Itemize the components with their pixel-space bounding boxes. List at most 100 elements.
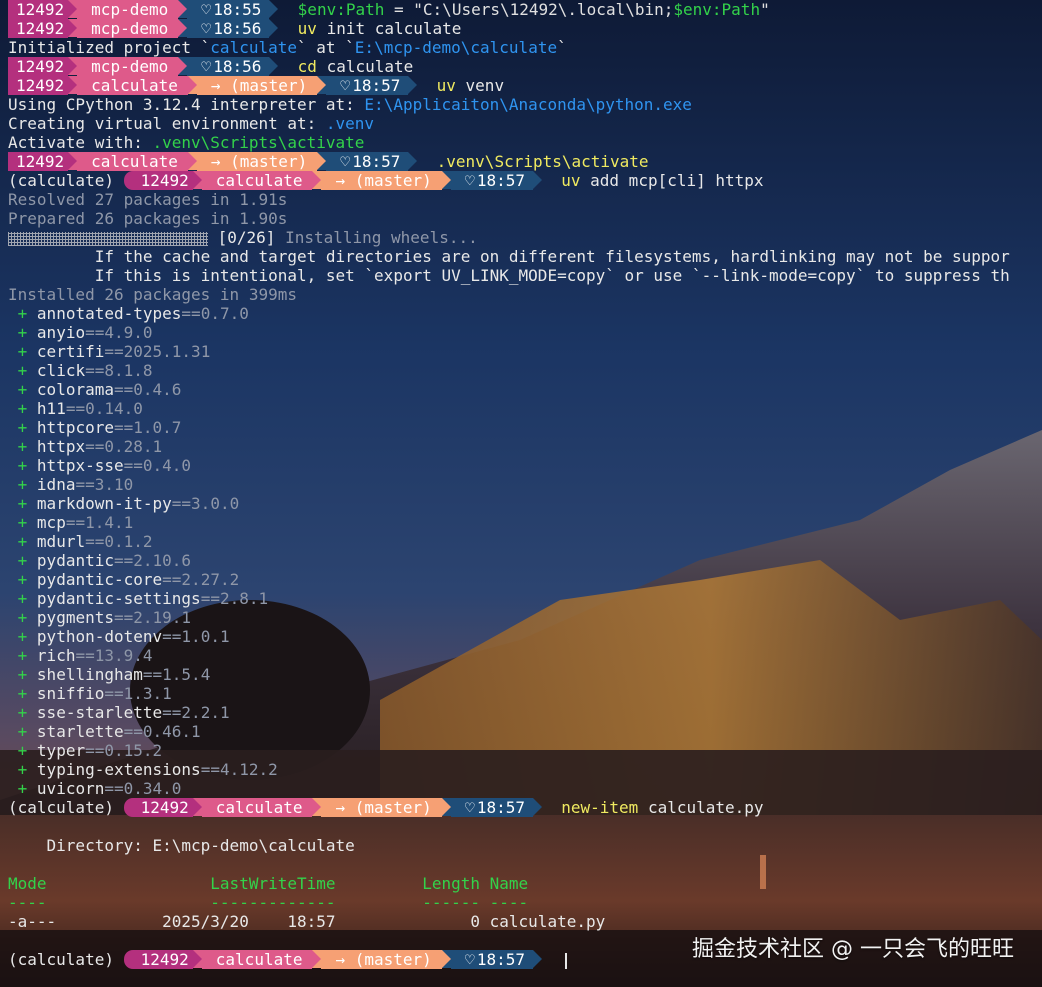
package-name: markdown-it-py (36, 494, 172, 513)
package-name: mdurl (36, 532, 86, 551)
plus-icon: + (17, 589, 28, 608)
command-text: $env:Path = "C:\Users\12492\.local\bin;$… (297, 0, 770, 19)
command-text: uv add mcp[cli] httpx (561, 171, 764, 190)
package-version: ==0.4.6 (113, 380, 182, 399)
package-version: ==2.19.1 (113, 608, 192, 627)
prompt-time-segment: ♡ 18:57 (450, 950, 533, 969)
prompt-user-segment: 12492 (8, 76, 69, 95)
plus-icon: + (17, 380, 28, 399)
prompt-line: 12492 mcp-demo ♡ 18:55 $env:Path = "C:\User… (8, 0, 1042, 19)
listing-row: -a--- 2025/3/20 18:57 0 calculate.py (8, 912, 606, 931)
plus-icon: + (17, 475, 28, 494)
terminal-output[interactable]: 12492 mcp-demo ♡ 18:55 $env:Path = "C:\User… (8, 0, 1042, 969)
package-version: ==0.7.0 (181, 304, 249, 323)
plus-icon: + (17, 608, 28, 627)
package-name: python-dotenv (36, 627, 163, 646)
command-text: uv venv (436, 76, 505, 95)
plus-icon: + (17, 342, 28, 361)
prompt-time-segment: ♡ 18:57 (450, 171, 533, 190)
package-name: pydantic-core (36, 570, 163, 589)
package-version: ==1.0.7 (113, 418, 182, 437)
command-text: .venv\Scripts\activate (436, 152, 649, 171)
package-version: ==0.15.2 (85, 741, 163, 760)
prompt-user-segment: 12492 (8, 57, 69, 76)
package-item: + starlette==0.46.1 (8, 722, 1042, 741)
package-item: + pydantic-core==2.27.2 (8, 570, 1042, 589)
listing-header-underline: ---- ------------- ------ ---- (8, 893, 529, 912)
prompt-time-segment: ♡ 18:57 (326, 152, 409, 171)
prompt-env: (calculate) (8, 950, 114, 969)
package-item: + typer==0.15.2 (8, 741, 1042, 760)
output-line: Resolved 27 packages in 1.91s (8, 190, 288, 209)
plus-icon: + (17, 779, 28, 798)
text-cursor[interactable] (565, 952, 568, 969)
package-version: ==4.9.0 (85, 323, 153, 342)
heart-icon: ♡ (464, 950, 475, 969)
package-item: + mcp==1.4.1 (8, 513, 1042, 532)
package-version: ==4.12.2 (200, 760, 278, 779)
prompt-time-segment: ♡ 18:55 (187, 0, 270, 19)
output-line: Using CPython 3.12.4 interpreter at: E:\… (8, 95, 692, 114)
package-item: + certifi==2025.1.31 (8, 342, 1042, 361)
output-line: Installed 26 packages in 399ms (8, 285, 297, 304)
package-name: rich (36, 646, 76, 665)
package-version: ==2.8.1 (200, 589, 269, 608)
plus-icon: + (17, 532, 28, 551)
prompt-git-branch-segment: → (master) (321, 950, 442, 969)
package-name: httpx (36, 437, 86, 456)
heart-icon: ♡ (201, 57, 212, 76)
plus-icon: + (17, 760, 28, 779)
plus-icon: + (17, 722, 28, 741)
package-version: ==0.14.0 (65, 399, 143, 418)
heart-icon: ♡ (464, 798, 475, 817)
plus-icon: + (17, 361, 28, 380)
package-version: ==3.0.0 (171, 494, 240, 513)
prompt-env: (calculate) (8, 171, 114, 190)
plus-icon: + (17, 741, 28, 760)
prompt-dir-segment: calculate (201, 798, 313, 817)
prompt-git-branch-segment: → (master) (321, 798, 442, 817)
warning-line: If the cache and target directories are … (8, 247, 1010, 266)
package-item: + sniffio==1.3.1 (8, 684, 1042, 703)
prompt-line: 12492 mcp-demo ♡ 18:56 uv init calculate (8, 19, 1042, 38)
package-name: uvicorn (36, 779, 105, 798)
package-item: + markdown-it-py==3.0.0 (8, 494, 1042, 513)
output-line: Initialized project `calculate` at `E:\m… (8, 38, 567, 57)
package-name: mcp (36, 513, 66, 532)
heart-icon: ♡ (464, 171, 475, 190)
plus-icon: + (17, 703, 28, 722)
prompt-user-segment: 12492 (132, 798, 193, 817)
package-item: + python-dotenv==1.0.1 (8, 627, 1042, 646)
plus-icon: + (17, 684, 28, 703)
command-text: cd calculate (297, 57, 414, 76)
prompt-dir-segment: mcp-demo (77, 57, 179, 76)
heart-icon: ♡ (201, 19, 212, 38)
package-version: ==3.10 (75, 475, 134, 494)
package-version: ==2.10.6 (113, 551, 192, 570)
prompt-user-segment: 12492 (8, 152, 69, 171)
package-item: + pydantic==2.10.6 (8, 551, 1042, 570)
prompt-git-branch-segment: → (master) (321, 171, 442, 190)
command-text: uv init calculate (297, 19, 462, 38)
package-name: annotated-types (36, 304, 182, 323)
plus-icon: + (17, 551, 28, 570)
heart-icon: ♡ (340, 152, 351, 171)
prompt-time-segment: ♡ 18:56 (187, 57, 270, 76)
package-version: ==2.27.2 (162, 570, 240, 589)
package-version: ==0.1.2 (85, 532, 153, 551)
package-item: + httpx-sse==0.4.0 (8, 456, 1042, 475)
package-item: + sse-starlette==2.2.1 (8, 703, 1042, 722)
package-version: ==1.3.1 (104, 684, 172, 703)
plus-icon: + (17, 646, 28, 665)
package-item: + mdurl==0.1.2 (8, 532, 1042, 551)
package-item: + pygments==2.19.1 (8, 608, 1042, 627)
package-name: pydantic (36, 551, 114, 570)
package-version: ==13.9.4 (75, 646, 153, 665)
plus-icon: + (17, 456, 28, 475)
prompt-user-segment: 12492 (132, 171, 193, 190)
package-item: + rich==13.9.4 (8, 646, 1042, 665)
prompt-dir-segment: calculate (201, 950, 313, 969)
package-name: starlette (36, 722, 124, 741)
heart-icon: ♡ (201, 0, 212, 19)
package-name: sse-starlette (36, 703, 163, 722)
